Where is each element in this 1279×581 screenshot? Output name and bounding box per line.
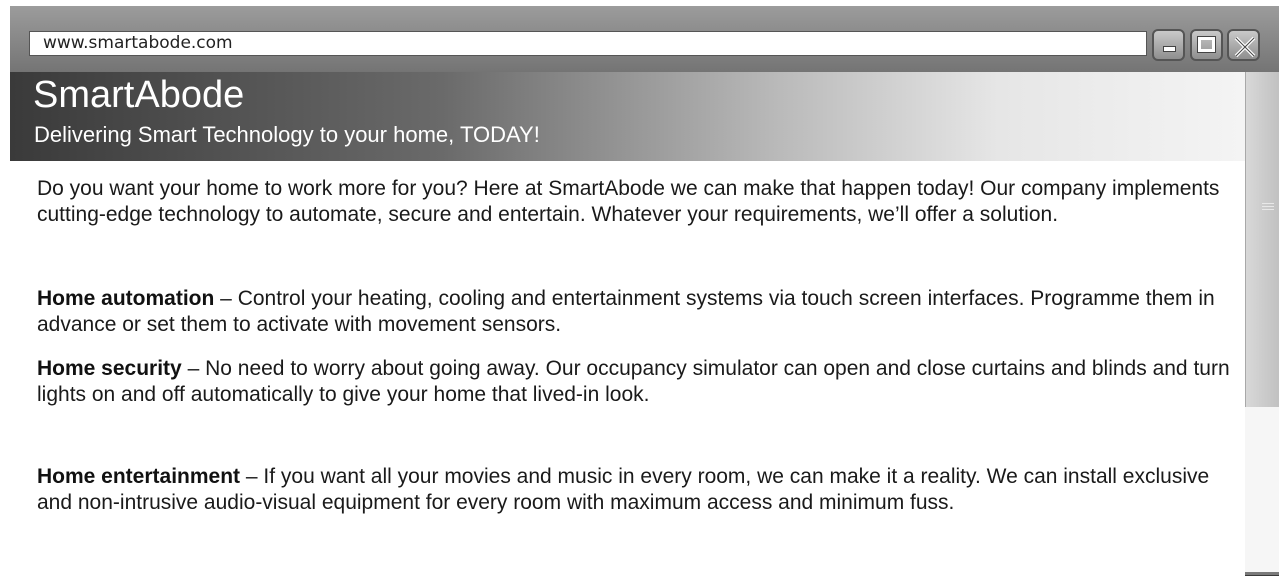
section-text: – Control your heating, cooling and ente… <box>37 287 1215 336</box>
close-icon <box>1234 36 1256 58</box>
scrollbar-thumb[interactable] <box>1245 72 1279 407</box>
section-heading: Home automation <box>37 287 215 310</box>
intro-paragraph: Do you want your home to work more for y… <box>37 177 1220 226</box>
address-bar[interactable]: www.smartabode.com <box>29 31 1147 56</box>
section-home-automation: Home automation – Control your heating, … <box>37 286 1247 337</box>
scrollbar-grip <box>1262 206 1274 207</box>
section-heading: Home security <box>37 357 182 380</box>
site-title: SmartAbode <box>33 74 245 116</box>
scrollbar-grip <box>1262 209 1274 210</box>
scrollbar-grip <box>1262 203 1274 204</box>
maximize-button[interactable] <box>1190 29 1223 61</box>
site-tagline: Delivering Smart Technology to your home… <box>34 122 540 147</box>
minimize-button[interactable] <box>1152 29 1185 61</box>
section-home-security: Home security – No need to worry about g… <box>37 356 1247 407</box>
section-text: – No need to worry about going away. Our… <box>37 357 1230 406</box>
close-button[interactable] <box>1227 29 1260 61</box>
section-heading: Home entertainment <box>37 465 241 488</box>
section-home-entertainment: Home entertainment – If you want all you… <box>37 464 1247 515</box>
